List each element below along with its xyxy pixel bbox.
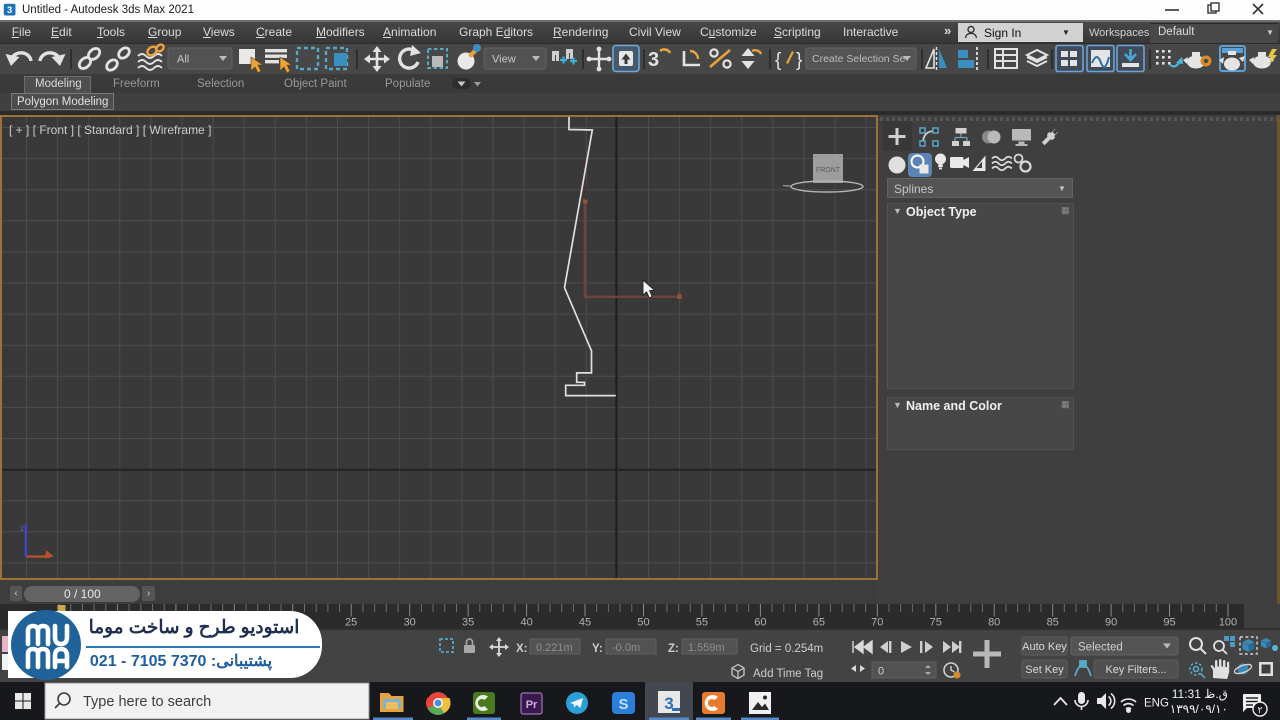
svg-text:0.221m: 0.221m [536,642,573,654]
svg-text:75: 75 [930,617,942,629]
svg-text:90: 90 [1105,617,1117,629]
svg-text:45: 45 [579,617,591,629]
svg-text:View: View [492,54,516,66]
svg-text:100: 100 [1219,617,1237,629]
svg-text:25: 25 [345,617,357,629]
svg-text:0: 0 [878,666,884,678]
svg-text:}: } [796,50,802,71]
svg-text:11:31 ق.ظ: 11:31 ق.ظ [1172,687,1228,701]
svg-text:ENG: ENG [1144,698,1169,710]
svg-text:Auto Key: Auto Key [1022,641,1067,653]
svg-text:{: { [775,50,782,71]
svg-text:Set Key: Set Key [1025,664,1064,676]
svg-text:-0.0m: -0.0m [612,642,640,654]
svg-text:[ + ] [ Front ] [ Standard ] [: [ + ] [ Front ] [ Standard ] [ Wireframe… [9,123,211,137]
svg-text:80: 80 [988,617,1000,629]
svg-text:65: 65 [813,617,825,629]
svg-text:Pr: Pr [526,699,538,711]
svg-text:All: All [177,54,189,66]
svg-text:Grid = 0.254m: Grid = 0.254m [750,643,823,655]
svg-text:X:: X: [516,643,528,655]
svg-text:1.559m: 1.559m [688,642,725,654]
svg-text:Z:: Z: [668,643,679,655]
svg-text:70: 70 [871,617,883,629]
svg-text:Y:: Y: [592,643,603,655]
svg-text:Add Time Tag: Add Time Tag [753,668,823,680]
svg-text:3: 3 [648,49,659,71]
svg-text:z: z [20,524,24,533]
svg-text:85: 85 [1047,617,1059,629]
svg-text:S: S [618,696,628,713]
svg-text:30: 30 [404,617,416,629]
svg-text:40: 40 [520,617,532,629]
svg-text:FRONT: FRONT [816,167,841,174]
svg-text:Key Filters...: Key Filters... [1105,664,1166,676]
svg-text:35: 35 [462,617,474,629]
svg-text:3: 3 [7,5,12,15]
svg-text:۱۳۹۹/۰۹/۱۰: ۱۳۹۹/۰۹/۱۰ [1170,702,1228,716]
svg-text:Type here to search: Type here to search [83,694,211,710]
svg-text:Selected: Selected [1078,642,1123,654]
svg-text:۲: ۲ [1257,705,1262,716]
svg-text:95: 95 [1163,617,1175,629]
svg-text:Create Selection Se: Create Selection Se [812,53,906,65]
svg-text:55: 55 [696,617,708,629]
svg-text:60: 60 [754,617,766,629]
svg-text:50: 50 [637,617,649,629]
